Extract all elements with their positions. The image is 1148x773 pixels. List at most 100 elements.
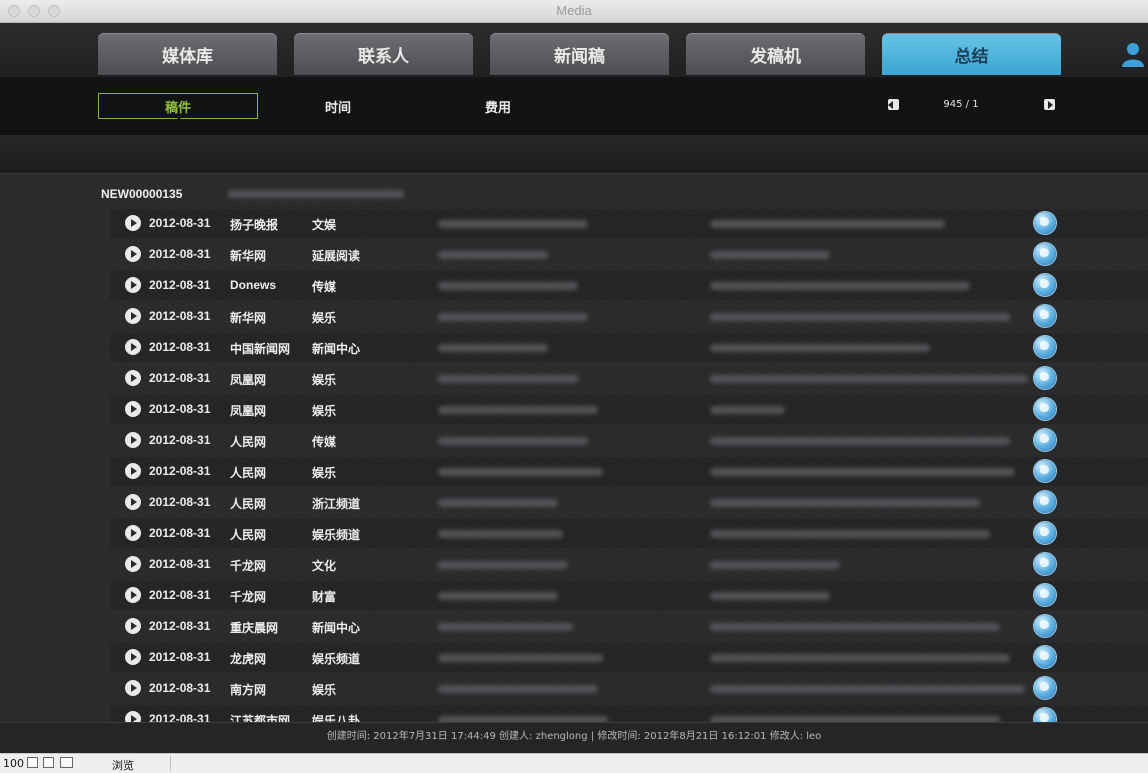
list-item[interactable]: 2012-08-31 人民网 娱乐 bbox=[0, 456, 1148, 487]
globe-icon[interactable] bbox=[1034, 646, 1056, 668]
row-section: 文化 bbox=[312, 559, 337, 573]
list-item[interactable]: 2012-08-31 龙虎网 娱乐频道 bbox=[0, 642, 1148, 673]
globe-icon[interactable] bbox=[1034, 522, 1056, 544]
globe-icon[interactable] bbox=[1034, 274, 1056, 296]
play-icon[interactable] bbox=[125, 680, 141, 696]
globe-icon[interactable] bbox=[1034, 615, 1056, 637]
list-item[interactable]: 2012-08-31 重庆晨网 新闻中心 bbox=[0, 611, 1148, 642]
globe-icon[interactable] bbox=[1034, 367, 1056, 389]
globe-icon[interactable] bbox=[1034, 398, 1056, 420]
row-outlet: 人民网 bbox=[230, 528, 267, 542]
layout-toggle-button[interactable] bbox=[60, 757, 73, 768]
globe-icon[interactable] bbox=[1034, 336, 1056, 358]
zoom-out-button[interactable] bbox=[27, 757, 38, 768]
row-section: 延展阅读 bbox=[312, 249, 361, 263]
globe-icon[interactable] bbox=[1034, 243, 1056, 265]
play-icon[interactable] bbox=[125, 463, 141, 479]
row-date: 2012-08-31 bbox=[149, 216, 211, 230]
prev-page-button[interactable] bbox=[888, 99, 899, 110]
zoom-in-button[interactable] bbox=[43, 757, 54, 768]
redacted-url bbox=[710, 220, 945, 228]
row-outlet: 龙虎网 bbox=[230, 652, 267, 666]
globe-icon[interactable] bbox=[1034, 553, 1056, 575]
tab-summary[interactable]: 总结 bbox=[882, 33, 1061, 75]
list-item[interactable]: 2012-08-31 人民网 娱乐频道 bbox=[0, 518, 1148, 549]
list-item[interactable]: 2012-08-31 人民网 传媒 bbox=[0, 425, 1148, 456]
row-date: 2012-08-31 bbox=[149, 433, 211, 447]
redacted-url bbox=[710, 375, 1028, 383]
row-outlet: 凤凰网 bbox=[230, 404, 267, 418]
redacted-headline bbox=[438, 375, 578, 383]
next-page-button[interactable] bbox=[1044, 99, 1055, 110]
status-separator bbox=[170, 756, 171, 771]
row-date: 2012-08-31 bbox=[149, 340, 211, 354]
manuscript-list[interactable]: NEW00000135 2012-08-31 扬子晚报 文娱 2012-08-31 新华… bbox=[0, 174, 1148, 722]
row-outlet: 人民网 bbox=[230, 466, 267, 480]
play-icon[interactable] bbox=[125, 215, 141, 231]
subtab-manuscripts[interactable]: 稿件 bbox=[98, 93, 258, 120]
list-item[interactable]: 2012-08-31 千龙网 财富 bbox=[0, 580, 1148, 611]
globe-icon[interactable] bbox=[1034, 460, 1056, 482]
row-outlet: 人民网 bbox=[230, 435, 267, 449]
subtab-cost[interactable]: 费用 bbox=[418, 93, 578, 119]
globe-icon[interactable] bbox=[1034, 305, 1056, 327]
list-item[interactable]: 2012-08-31 中国新闻网 新闻中心 bbox=[0, 332, 1148, 363]
play-icon[interactable] bbox=[125, 339, 141, 355]
row-section: 娱乐 bbox=[312, 404, 337, 418]
list-item[interactable]: 2012-08-31 千龙网 文化 bbox=[0, 549, 1148, 580]
play-icon[interactable] bbox=[125, 587, 141, 603]
play-icon[interactable] bbox=[125, 432, 141, 448]
globe-icon[interactable] bbox=[1034, 429, 1056, 451]
user-icon[interactable] bbox=[1120, 41, 1146, 67]
play-icon[interactable] bbox=[125, 711, 141, 722]
globe-icon[interactable] bbox=[1034, 677, 1056, 699]
play-icon[interactable] bbox=[125, 277, 141, 293]
row-outlet: 千龙网 bbox=[230, 590, 267, 604]
list-item[interactable]: 2012-08-31 新华网 延展阅读 bbox=[0, 239, 1148, 270]
tab-publisher[interactable]: 发稿机 bbox=[686, 33, 865, 75]
list-item[interactable]: 2012-08-31 扬子晚报 文娱 bbox=[0, 208, 1148, 239]
play-icon[interactable] bbox=[125, 370, 141, 386]
globe-icon[interactable] bbox=[1034, 491, 1056, 513]
row-outlet: 江苏都市网 bbox=[230, 714, 291, 722]
play-icon[interactable] bbox=[125, 618, 141, 634]
list-item[interactable]: 2012-08-31 凤凰网 娱乐 bbox=[0, 363, 1148, 394]
play-icon[interactable] bbox=[125, 401, 141, 417]
row-date: 2012-08-31 bbox=[149, 402, 211, 416]
row-section: 娱乐 bbox=[312, 466, 337, 480]
tab-media-library[interactable]: 媒体库 bbox=[98, 33, 277, 75]
list-item[interactable]: 2012-08-31 江苏都市网 娱乐八卦 bbox=[0, 704, 1148, 722]
list-item[interactable]: 2012-08-31 新华网 娱乐 bbox=[0, 301, 1148, 332]
list-item[interactable]: 2012-08-31 Donews 传媒 bbox=[0, 270, 1148, 301]
row-outlet: Donews bbox=[230, 278, 277, 292]
list-item[interactable]: 2012-08-31 南方网 娱乐 bbox=[0, 673, 1148, 704]
status-bar: 100 浏览 bbox=[0, 753, 1148, 773]
redacted-url bbox=[710, 313, 1010, 321]
redacted-url bbox=[710, 344, 930, 352]
row-section: 娱乐 bbox=[312, 373, 337, 387]
row-section: 娱乐 bbox=[312, 311, 337, 325]
globe-icon[interactable] bbox=[1034, 212, 1056, 234]
play-icon[interactable] bbox=[125, 308, 141, 324]
tab-press-releases[interactable]: 新闻稿 bbox=[490, 33, 669, 75]
globe-icon[interactable] bbox=[1034, 584, 1056, 606]
list-item[interactable]: 2012-08-31 凤凰网 娱乐 bbox=[0, 394, 1148, 425]
play-icon[interactable] bbox=[125, 494, 141, 510]
redacted-headline bbox=[438, 282, 578, 290]
tab-contacts[interactable]: 联系人 bbox=[294, 33, 473, 75]
play-icon[interactable] bbox=[125, 649, 141, 665]
row-section: 传媒 bbox=[312, 280, 337, 294]
row-section: 娱乐频道 bbox=[312, 528, 361, 542]
play-icon[interactable] bbox=[125, 556, 141, 572]
play-icon[interactable] bbox=[125, 525, 141, 541]
redacted-url bbox=[710, 437, 1010, 445]
list-item[interactable]: 2012-08-31 人民网 浙江频道 bbox=[0, 487, 1148, 518]
row-date: 2012-08-31 bbox=[149, 247, 211, 261]
subtab-time[interactable]: 时间 bbox=[258, 93, 418, 119]
play-icon[interactable] bbox=[125, 246, 141, 262]
row-section: 文娱 bbox=[312, 218, 337, 232]
mode-label: 浏览 bbox=[112, 759, 134, 772]
row-section: 传媒 bbox=[312, 435, 337, 449]
row-outlet: 重庆晨网 bbox=[230, 621, 279, 635]
row-outlet: 人民网 bbox=[230, 497, 267, 511]
